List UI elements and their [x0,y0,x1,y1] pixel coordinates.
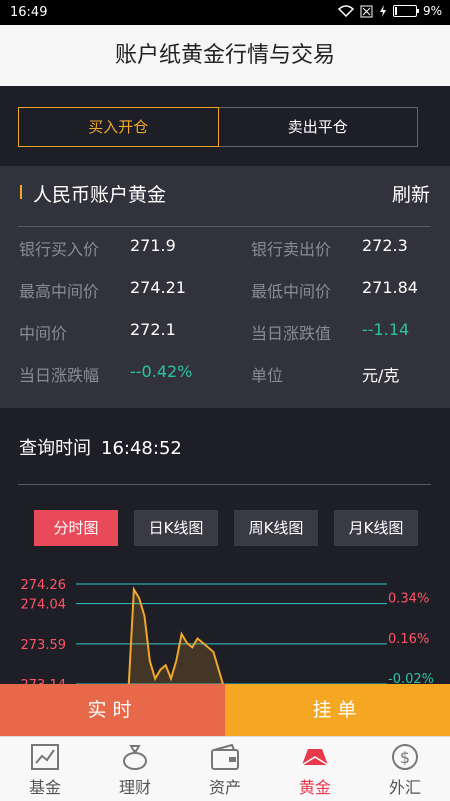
bank-sell-label: 银行卖出价 [251,240,332,259]
page-title: 账户纸黄金行情与交易 [0,25,450,86]
chart-tabs: 分时图 日K线图 周K线图 月K线图 [34,510,418,546]
intraday-chart-svg: 274.26274.04273.59273.140.34%0.16%-0.02% [21,578,434,688]
quote-row: 当日涨跌幅 --0.42% 单位 元/克 [0,362,450,402]
quote-header: 人民币账户黄金 刷新 [0,166,450,226]
gold-bar-icon [301,749,329,766]
money-bag-icon [123,745,147,770]
nav-item-gold[interactable]: 黄金 [270,737,360,801]
high-mid-label: 最高中间价 [19,282,100,301]
charging-icon [379,5,386,17]
nav-item-fund[interactable]: 基金 [0,737,90,801]
tab-monthly-k[interactable]: 月K线图 [334,510,418,546]
dollar-icon: $ [392,744,418,770]
tab-intraday[interactable]: 分时图 [34,510,118,546]
sim-icon [360,5,373,17]
query-time-value: 16:48:52 [101,438,182,459]
low-mid-value: 271.84 [362,278,418,297]
accent-bar [20,185,22,199]
status-time: 16:49 [10,5,48,20]
nav-item-assets[interactable]: 资产 [180,737,270,801]
unit-value: 元/克 [362,366,400,385]
divider [18,226,431,227]
percent-tick-label: 0.34% [388,592,429,607]
battery-icon [392,5,419,17]
low-mid-label: 最低中间价 [251,282,332,301]
bank-buy-label: 银行买入价 [19,240,100,259]
status-bar: 16:49 9% [0,0,450,25]
nav-label: 资产 [208,778,241,797]
wifi-icon [337,5,354,17]
price-tick-label: 274.26 [21,578,67,593]
nav-label: 理财 [118,778,151,797]
chart-icon [31,744,59,770]
price-tick-label: 273.59 [21,638,67,653]
daily-change-value: --1.14 [362,320,410,339]
bottom-nav: 基金 理财 资产 黄金 $ 外汇 [0,736,450,801]
place-order-button[interactable]: 挂单 [225,684,450,736]
daily-pct-value: --0.42% [130,362,193,381]
daily-pct-label: 当日涨跌幅 [19,366,100,385]
nav-item-finance[interactable]: 理财 [90,737,180,801]
tab-daily-k[interactable]: 日K线图 [134,510,218,546]
bank-buy-value: 271.9 [130,236,176,255]
quote-row: 银行买入价 271.9 银行卖出价 272.3 [0,236,450,276]
quote-panel: 人民币账户黄金 刷新 银行买入价 271.9 银行卖出价 272.3 最高中间价… [0,166,450,408]
trade-tabs: 买入开仓 卖出平仓 [18,107,418,147]
price-tick-label: 274.04 [21,598,67,613]
high-mid-value: 274.21 [130,278,186,297]
query-time-label: 查询时间 [19,438,91,459]
unit-label: 单位 [251,366,284,385]
quote-row: 中间价 272.1 当日涨跌值 --1.14 [0,320,450,360]
wallet-icon [211,743,239,770]
quote-row: 最高中间价 274.21 最低中间价 271.84 [0,278,450,318]
realtime-button[interactable]: 实时 [0,684,225,736]
svg-text:$: $ [400,748,410,767]
intraday-chart: 274.26 274.04 273.59 273.14 0.34% 0.16% -0.02% [0,570,450,688]
nav-label: 基金 [28,778,61,797]
query-time: 查询时间 16:48:52 [19,434,182,460]
mid-price-label: 中间价 [19,324,68,343]
status-icons: 9% [337,4,442,18]
tab-sell-close[interactable]: 卖出平仓 [218,107,418,147]
bank-sell-value: 272.3 [362,236,408,255]
tab-weekly-k[interactable]: 周K线图 [234,510,318,546]
action-bar: 实时 挂单 [0,684,450,736]
tab-buy-open[interactable]: 买入开仓 [18,107,219,147]
nav-label: 外汇 [388,778,421,797]
mid-price-value: 272.1 [130,320,176,339]
percent-tick-label: 0.16% [388,632,429,647]
divider [18,484,431,485]
refresh-button[interactable]: 刷新 [392,180,430,207]
nav-item-forex[interactable]: $ 外汇 [360,737,450,801]
battery-percent: 9% [422,4,442,18]
nav-label: 黄金 [298,778,331,797]
product-name: 人民币账户黄金 [33,184,167,206]
daily-change-label: 当日涨跌值 [251,324,332,343]
